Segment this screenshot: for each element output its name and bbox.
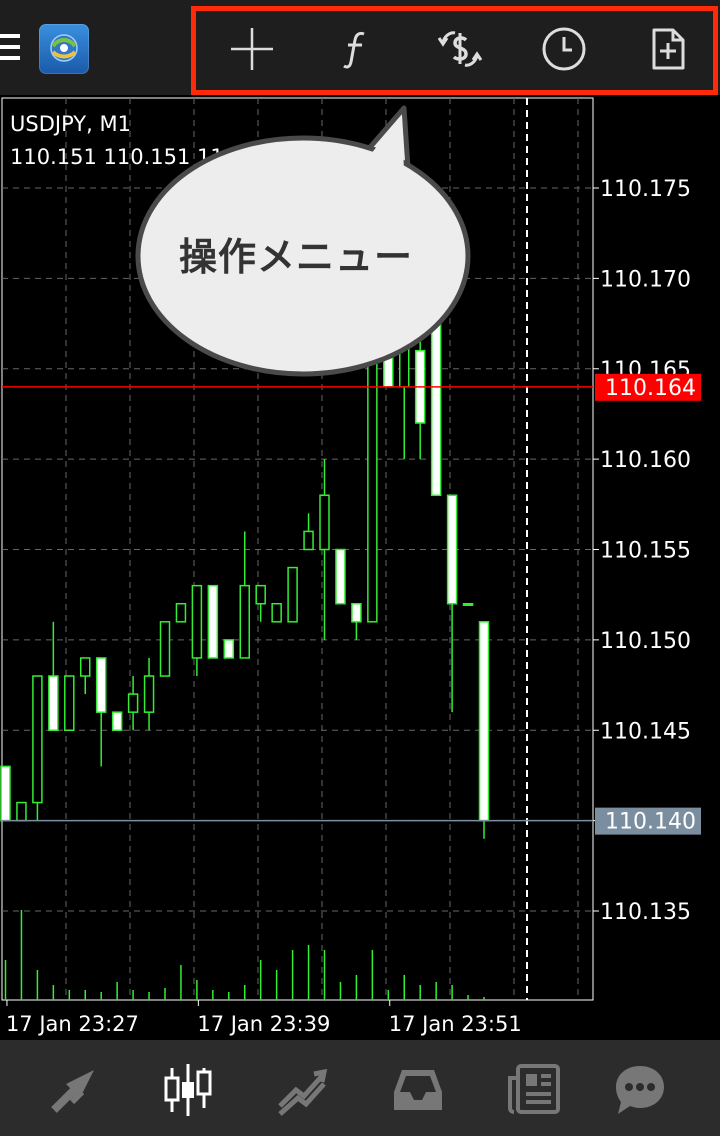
history-icon[interactable] xyxy=(390,1062,446,1118)
trade-icon[interactable] xyxy=(274,1062,330,1118)
callout-bubble xyxy=(135,105,471,377)
news-icon[interactable] xyxy=(506,1062,562,1118)
callout-text: 操作メニュー xyxy=(178,235,413,279)
chart-icon[interactable] xyxy=(160,1062,216,1118)
quotes-icon[interactable] xyxy=(46,1062,102,1118)
chat-icon[interactable] xyxy=(612,1062,668,1118)
bottom-navigation xyxy=(0,1040,720,1136)
